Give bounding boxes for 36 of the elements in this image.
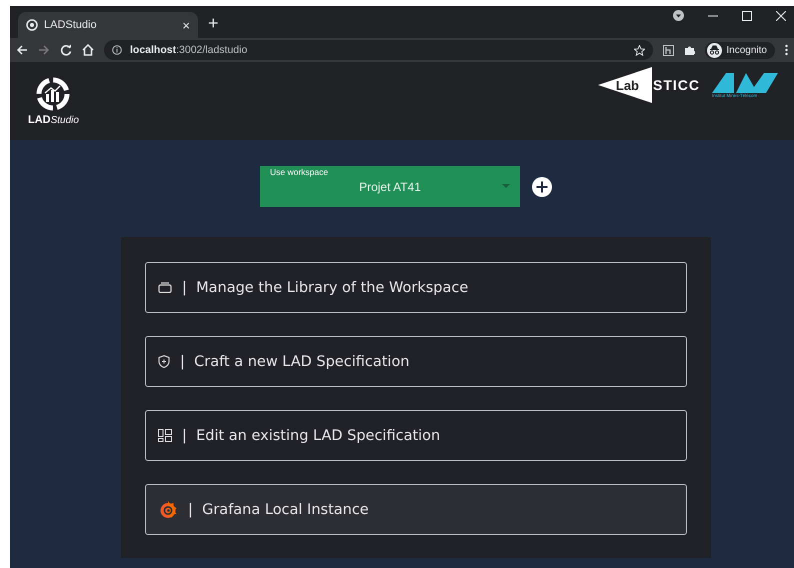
tab-title: LADStudio xyxy=(44,19,98,31)
browser-tab[interactable]: LADStudio × xyxy=(18,12,198,38)
address-bar[interactable]: localhost:3002/ladstudio xyxy=(104,40,654,60)
extension-icon[interactable] xyxy=(663,44,674,56)
logo-text: STICC xyxy=(653,77,700,93)
profile-button[interactable]: Incognito xyxy=(705,42,775,58)
shapes-icon xyxy=(712,72,778,92)
info-icon xyxy=(112,45,122,55)
box-icon xyxy=(158,282,172,293)
menu-button[interactable]: | Manage the Library of the Workspace xyxy=(145,262,687,313)
triangle-icon xyxy=(598,67,652,103)
shield-icon xyxy=(158,355,170,368)
forward-icon[interactable] xyxy=(38,44,50,56)
dashboard-icon xyxy=(158,429,172,442)
menu-button[interactable]: | Grafana Local Instance xyxy=(145,484,687,535)
tab-search-icon[interactable] xyxy=(673,10,684,21)
caret-icon xyxy=(502,184,510,188)
close-icon[interactable] xyxy=(776,10,786,20)
logo-text: Lab xyxy=(616,78,639,92)
new-tab-button[interactable]: + xyxy=(208,13,219,34)
maximize-icon[interactable] xyxy=(742,10,752,20)
back-icon[interactable] xyxy=(16,44,28,56)
workspace-select[interactable]: Use workspace Projet AT41 xyxy=(260,166,520,207)
menu-button[interactable]: | Craft a new LAD Specification xyxy=(145,336,687,387)
star-icon[interactable] xyxy=(634,44,646,56)
home-icon[interactable] xyxy=(82,44,94,56)
menu-button[interactable]: | Edit an existing LAD Specification xyxy=(145,410,687,461)
chart-ring-icon xyxy=(35,76,72,112)
incognito-icon xyxy=(707,42,722,58)
close-tab-button[interactable]: × xyxy=(182,18,190,32)
more-icon[interactable] xyxy=(785,44,788,56)
swirl-gear-icon xyxy=(158,500,178,520)
add-icon[interactable] xyxy=(532,176,552,196)
reload-icon[interactable] xyxy=(60,44,72,56)
globe-icon xyxy=(26,19,38,31)
logo-text: LADStudio xyxy=(28,114,79,126)
